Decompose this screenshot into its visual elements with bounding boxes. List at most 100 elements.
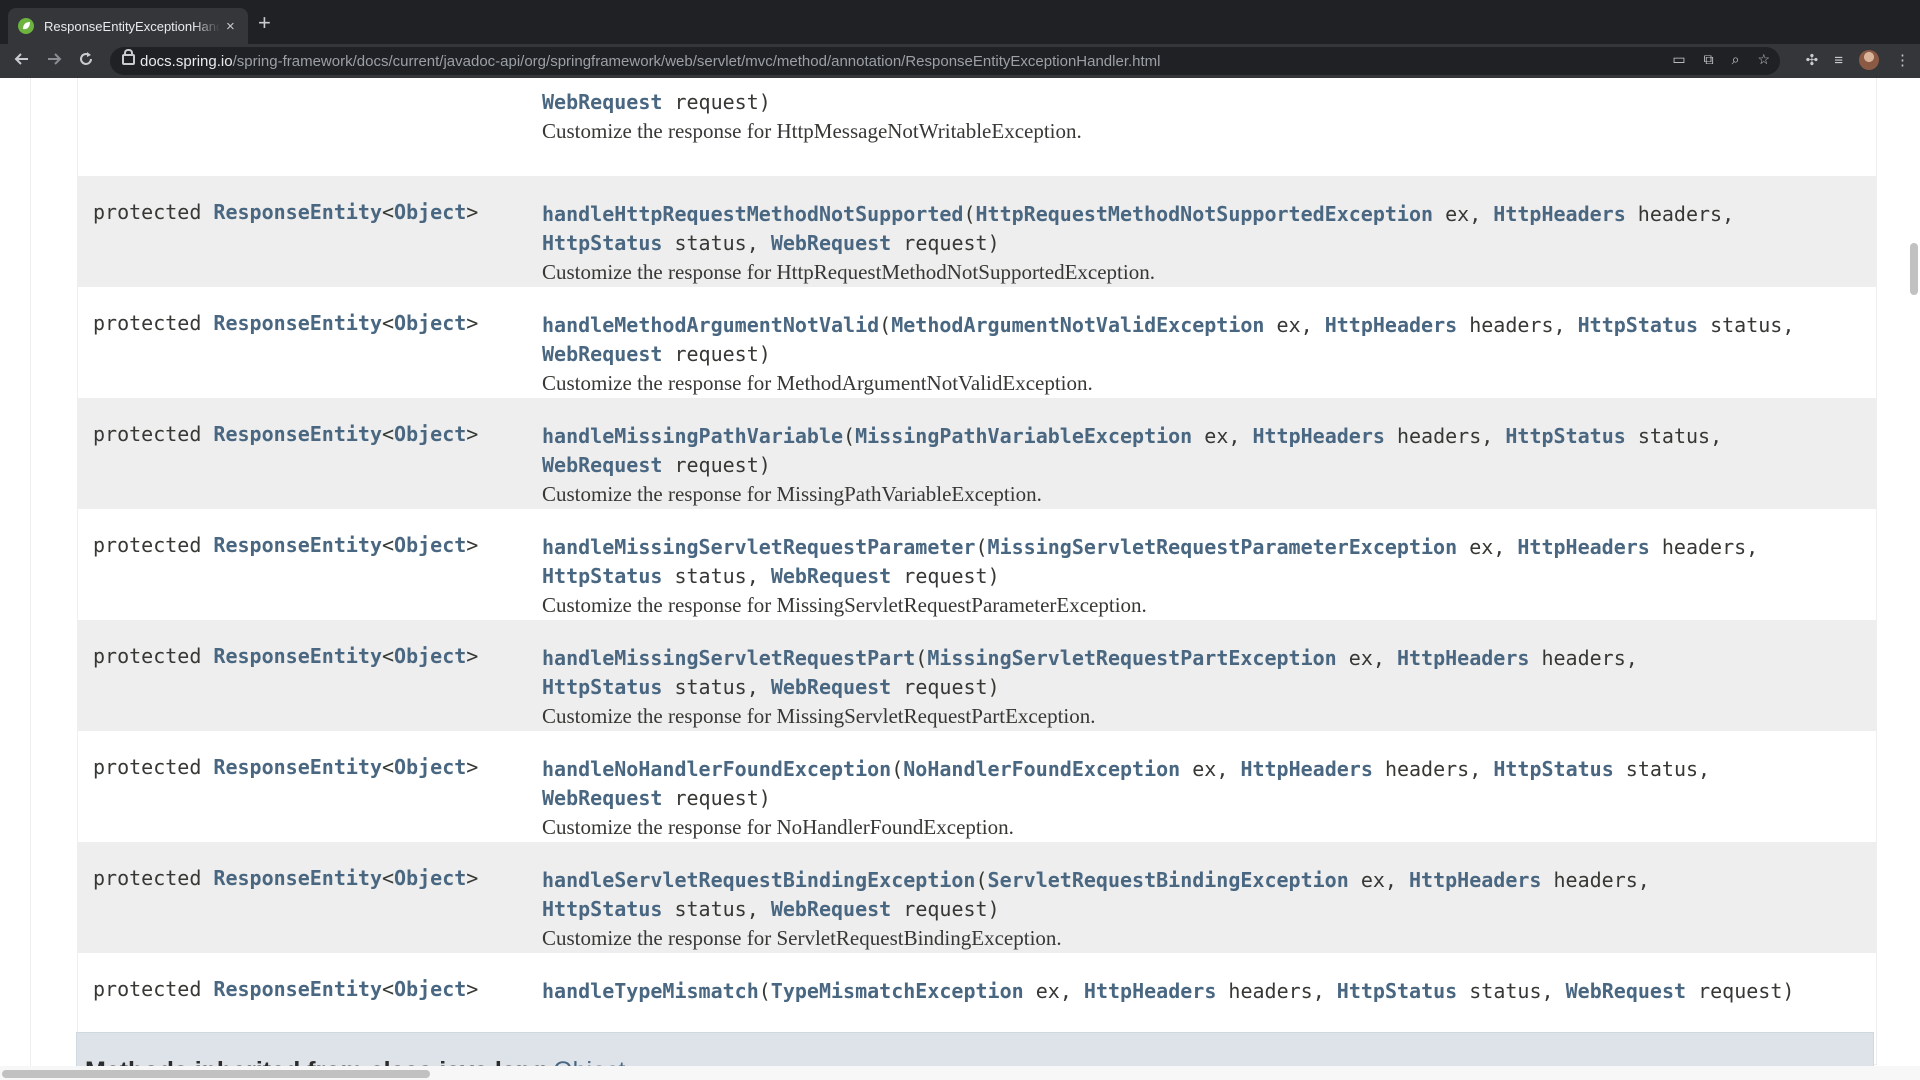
- cast-icon[interactable]: ▭: [1672, 51, 1685, 68]
- method-modifier-type: protected ResponseEntity<Object>: [93, 422, 478, 446]
- param-type-link[interactable]: HttpStatus: [1337, 979, 1457, 1003]
- param-type-link[interactable]: MissingPathVariableException: [855, 424, 1192, 448]
- punctuation: >: [466, 311, 479, 335]
- punctuation: ,: [1384, 868, 1409, 892]
- return-type-link[interactable]: ResponseEntity: [213, 866, 382, 890]
- param-type-link[interactable]: WebRequest: [771, 564, 891, 588]
- param-type-link[interactable]: HttpHeaders: [1397, 646, 1529, 670]
- punctuation: [201, 422, 213, 446]
- generic-type-link[interactable]: Object: [394, 200, 466, 224]
- param-type-link[interactable]: HttpHeaders: [1517, 535, 1649, 559]
- param-type-link[interactable]: MissingServletRequestParameterException: [988, 535, 1458, 559]
- param-name: ex: [1360, 868, 1385, 892]
- param-type-link[interactable]: HttpHeaders: [1493, 202, 1625, 226]
- generic-type-link[interactable]: Object: [394, 533, 466, 557]
- param-type-link[interactable]: HttpHeaders: [1252, 424, 1384, 448]
- vertical-scrollbar[interactable]: [1906, 78, 1920, 1068]
- generic-type-link[interactable]: Object: [394, 644, 466, 668]
- method-name-link[interactable]: handleNoHandlerFoundException: [542, 757, 891, 781]
- spring-leaf-icon: [18, 18, 34, 34]
- param-type-link[interactable]: HttpHeaders: [1325, 313, 1457, 337]
- param-type-link[interactable]: WebRequest: [542, 786, 662, 810]
- signature-line-2: HttpStatus status, WebRequest request): [542, 673, 1872, 702]
- extensions-puzzle-icon[interactable]: ✣: [1806, 51, 1819, 69]
- method-name-link[interactable]: handleMissingServletRequestParameter: [542, 535, 975, 559]
- generic-type-link[interactable]: Object: [394, 977, 466, 1001]
- param-type-link[interactable]: MethodArgumentNotValidException: [891, 313, 1264, 337]
- param-type-link[interactable]: HttpStatus: [1493, 757, 1613, 781]
- method-name-link[interactable]: handleMethodArgumentNotValid: [542, 313, 879, 337]
- punctuation: [1264, 313, 1276, 337]
- param-type-link[interactable]: MissingServletRequestPartException: [927, 646, 1336, 670]
- param-name: ex: [1035, 979, 1060, 1003]
- param-type-link[interactable]: HttpRequestMethodNotSupportedException: [975, 202, 1433, 226]
- param-name: request: [903, 675, 988, 699]
- punctuation: [1385, 424, 1397, 448]
- zoom-icon[interactable]: ⌕: [1732, 51, 1740, 68]
- param-name: headers: [1469, 313, 1554, 337]
- menu-kebab-icon[interactable]: ⋮: [1895, 51, 1910, 69]
- param-type-link[interactable]: HttpStatus: [542, 231, 662, 255]
- method-description: Customize the response for MissingPathVa…: [542, 482, 1042, 506]
- param-type-link[interactable]: NoHandlerFoundException: [903, 757, 1180, 781]
- param-type-link[interactable]: HttpHeaders: [1084, 979, 1216, 1003]
- param-type-link[interactable]: HttpStatus: [542, 564, 662, 588]
- back-arrow-icon[interactable]: [10, 48, 34, 74]
- new-tab-button[interactable]: +: [258, 10, 271, 36]
- method-name-link[interactable]: handleMissingServletRequestPart: [542, 646, 915, 670]
- method-name-link[interactable]: handleServletRequestBindingException: [542, 868, 975, 892]
- forward-arrow-icon[interactable]: [42, 48, 66, 74]
- param-type-link[interactable]: TypeMismatchException: [771, 979, 1024, 1003]
- return-type-link[interactable]: ResponseEntity: [213, 533, 382, 557]
- generic-type-link[interactable]: Object: [394, 422, 466, 446]
- punctuation: (: [758, 979, 771, 1003]
- method-name-link[interactable]: handleHttpRequestMethodNotSupported: [542, 202, 963, 226]
- punctuation: ,: [1782, 313, 1795, 337]
- param-type-link[interactable]: ServletRequestBindingException: [988, 868, 1349, 892]
- param-type-link[interactable]: HttpStatus: [1505, 424, 1625, 448]
- translate-icon[interactable]: ⧉: [1704, 51, 1714, 68]
- reading-list-icon[interactable]: ≡: [1834, 52, 1843, 69]
- punctuation: ,: [1746, 535, 1759, 559]
- vertical-scroll-thumb[interactable]: [1910, 243, 1918, 295]
- method-name-link[interactable]: handleTypeMismatch: [542, 979, 759, 1003]
- return-type-link[interactable]: ResponseEntity: [213, 977, 382, 1001]
- punctuation: [201, 755, 213, 779]
- param-type-link[interactable]: WebRequest: [1566, 979, 1686, 1003]
- punctuation: ): [758, 90, 771, 114]
- param-name: request: [1698, 979, 1783, 1003]
- punctuation: (: [975, 868, 988, 892]
- address-bar[interactable]: docs.spring.io/spring-framework/docs/cur…: [110, 47, 1780, 75]
- generic-type-link[interactable]: Object: [394, 866, 466, 890]
- return-type-link[interactable]: ResponseEntity: [213, 422, 382, 446]
- return-type-link[interactable]: ResponseEntity: [213, 755, 382, 779]
- param-type-link[interactable]: HttpStatus: [542, 675, 662, 699]
- param-type-link[interactable]: HttpStatus: [542, 897, 662, 921]
- horizontal-scroll-thumb[interactable]: [2, 1070, 430, 1078]
- signature-line-1: handleMissingServletRequestParameter(Mis…: [542, 533, 1872, 562]
- tab-close-icon[interactable]: ×: [226, 18, 235, 35]
- method-row: handleHttpMessageNotWritable(HttpMessage…: [78, 78, 1876, 176]
- param-type-link[interactable]: HttpHeaders: [1409, 868, 1541, 892]
- param-type-link[interactable]: WebRequest: [542, 453, 662, 477]
- generic-type-link[interactable]: Object: [394, 311, 466, 335]
- generic-type-link[interactable]: Object: [394, 755, 466, 779]
- horizontal-scrollbar[interactable]: [0, 1066, 1920, 1080]
- return-type-link[interactable]: ResponseEntity: [213, 644, 382, 668]
- param-type-link[interactable]: WebRequest: [542, 342, 662, 366]
- method-name-link[interactable]: handleMissingPathVariable: [542, 424, 843, 448]
- bookmark-star-icon[interactable]: ☆: [1757, 51, 1770, 68]
- return-type-link[interactable]: ResponseEntity: [213, 200, 382, 224]
- param-type-link[interactable]: HttpStatus: [1578, 313, 1698, 337]
- param-type-link[interactable]: WebRequest: [542, 90, 662, 114]
- param-type-link[interactable]: HttpHeaders: [1240, 757, 1372, 781]
- method-signature: handleMissingServletRequestParameter(Mis…: [542, 533, 1872, 591]
- param-type-link[interactable]: WebRequest: [771, 231, 891, 255]
- profile-avatar[interactable]: [1859, 50, 1879, 70]
- punctuation: (: [915, 646, 928, 670]
- param-type-link[interactable]: WebRequest: [771, 897, 891, 921]
- return-type-link[interactable]: ResponseEntity: [213, 311, 382, 335]
- reload-icon[interactable]: [74, 48, 98, 74]
- param-type-link[interactable]: WebRequest: [771, 675, 891, 699]
- browser-tab[interactable]: ResponseEntityExceptionHandler ×: [8, 8, 248, 44]
